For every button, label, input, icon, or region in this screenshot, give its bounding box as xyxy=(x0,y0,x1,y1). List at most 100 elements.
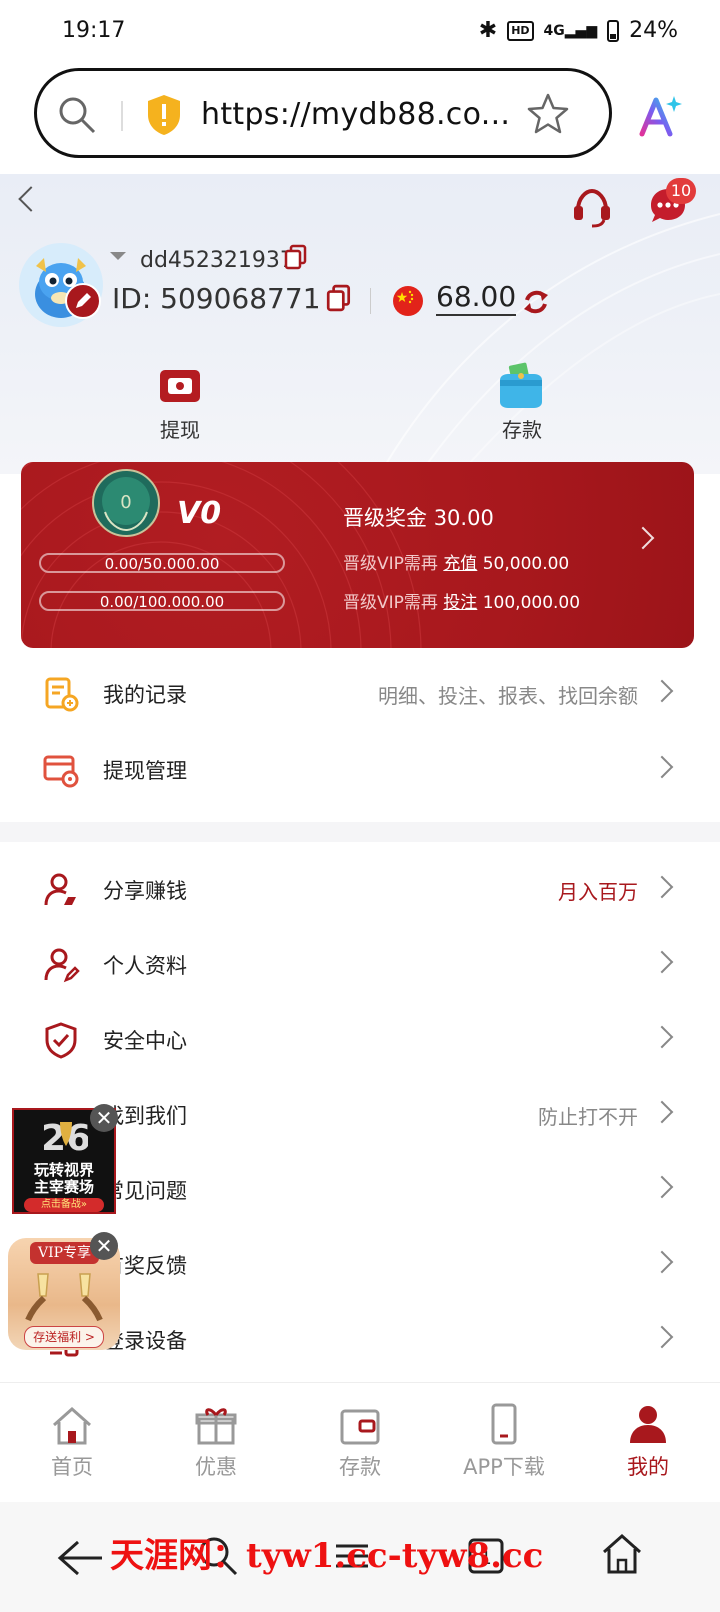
signal-icon: 4G▂▄▆ xyxy=(543,22,598,39)
upgrade-bonus: 晋级奖金 30.00 xyxy=(343,506,494,530)
close-ad-icon[interactable]: ✕ xyxy=(90,1232,118,1260)
china-flag-icon xyxy=(393,286,423,316)
tab-app-download[interactable]: APP下载 xyxy=(432,1383,576,1503)
account-dropdown-icon[interactable] xyxy=(110,252,126,260)
menu-item-hint: 明细、投注、报表、找回余额 xyxy=(378,684,638,708)
status-icons: ✱ HD 4G▂▄▆ 24% xyxy=(479,18,678,43)
menu-item-profile[interactable]: 个人资料 xyxy=(0,928,720,1004)
tab-home[interactable]: 首页 xyxy=(0,1383,144,1503)
chevron-right-icon xyxy=(650,875,674,899)
balance-amount: 68.00 xyxy=(436,282,517,316)
copy-id-icon[interactable] xyxy=(326,284,352,312)
close-ad-icon[interactable]: ✕ xyxy=(90,1104,118,1132)
refresh-balance-icon[interactable] xyxy=(522,288,550,316)
ad-cta[interactable]: 点击备战» xyxy=(24,1198,104,1212)
chevron-right-icon xyxy=(650,755,674,779)
menu-item-label: 安全中心 xyxy=(103,1029,187,1053)
browser-home-icon[interactable] xyxy=(600,1532,644,1576)
header-divider xyxy=(370,288,371,314)
ad-line-1: 玩转视界 xyxy=(33,1161,94,1179)
deposit-action[interactable]: 存款 xyxy=(472,362,572,456)
ad-line-2: 主宰赛场 xyxy=(33,1178,94,1196)
watermark-text: 天涯网：tyw1.cc-tyw8.cc xyxy=(110,1536,544,1576)
deposit-progress-bar: 0.00/50.000.00 xyxy=(39,553,285,573)
gift-icon xyxy=(195,1408,237,1445)
edit-avatar-icon[interactable] xyxy=(64,282,102,320)
menu-item-hint: 防止打不开 xyxy=(538,1105,638,1129)
bet-link[interactable]: 投注 xyxy=(443,593,477,613)
search-icon[interactable] xyxy=(57,95,97,135)
tab-deposit[interactable]: 存款 xyxy=(288,1383,432,1503)
home-icon xyxy=(53,1406,91,1445)
vip-ad-title: VIP专享 xyxy=(30,1242,100,1264)
shield-check-icon xyxy=(45,1022,77,1059)
tab-label: 优惠 xyxy=(195,1455,237,1479)
chevron-right-icon xyxy=(650,1025,674,1049)
bottom-tab-bar: 首页 优惠 存款 APP下载 我的 xyxy=(0,1382,720,1503)
tab-label: 首页 xyxy=(51,1455,93,1479)
menu-item-label: 提现管理 xyxy=(103,759,187,783)
chevron-right-icon xyxy=(650,1100,674,1124)
withdraw-label: 提现 xyxy=(160,418,200,442)
ai-assistant-icon[interactable] xyxy=(636,92,684,140)
chevron-right-icon xyxy=(650,1250,674,1274)
status-time: 19:17 xyxy=(62,18,126,43)
wallet-icon xyxy=(340,1409,380,1445)
chevron-right-icon xyxy=(650,950,674,974)
menu-item-records[interactable]: 我的记录 明细、投注、报表、找回余额 xyxy=(0,657,720,733)
chevron-right-icon xyxy=(650,679,674,703)
chevron-right-icon xyxy=(650,1325,674,1349)
status-bar: 19:17 ✱ HD 4G▂▄▆ 24% xyxy=(0,0,720,62)
menu-item-share-earn[interactable]: 分享赚钱 月入百万 xyxy=(0,853,720,929)
url-divider xyxy=(121,101,123,131)
tab-mine[interactable]: 我的 xyxy=(576,1383,720,1503)
withdraw-management-icon xyxy=(43,755,79,788)
vip-level: V0 xyxy=(177,496,222,531)
message-count-badge: 10 xyxy=(666,178,696,204)
bluetooth-icon: ✱ xyxy=(478,18,498,43)
battery-icon xyxy=(607,19,620,42)
tab-label: 存款 xyxy=(339,1455,381,1479)
withdraw-action[interactable]: 提现 xyxy=(130,366,230,456)
champagne-icon xyxy=(25,1273,103,1322)
trophy-icon: 26 xyxy=(44,1118,88,1159)
customer-service-icon[interactable] xyxy=(570,186,614,230)
section-divider xyxy=(0,822,720,842)
menu-item-withdraw-management[interactable]: 提现管理 xyxy=(0,733,720,809)
menu-item-label: 分享赚钱 xyxy=(103,879,187,903)
tab-label: APP下载 xyxy=(463,1455,545,1479)
bet-requirement: 晋级VIP需再 投注 100,000.00 xyxy=(343,593,581,613)
withdraw-icon xyxy=(160,370,200,402)
bookmark-star-icon[interactable] xyxy=(525,91,571,137)
phone-icon xyxy=(491,1403,517,1445)
battery-percent: 24% xyxy=(629,18,678,43)
deposit-wallet-icon xyxy=(500,362,542,408)
vip-card[interactable]: 0 V0 晋级奖金 30.00 0.00/50.000.00 0.00/100.… xyxy=(21,462,694,648)
back-arrow-icon[interactable] xyxy=(56,1538,104,1578)
user-id: ID: 509068771 xyxy=(112,282,321,315)
bet-progress-bar: 0.00/100.000.00 xyxy=(39,591,285,611)
tab-promotions[interactable]: 优惠 xyxy=(144,1383,288,1503)
menu-item-label: 我的记录 xyxy=(103,683,187,707)
vip-ad-cta[interactable]: 存送福利 > xyxy=(24,1326,104,1348)
records-icon xyxy=(45,677,79,712)
user-edit-icon xyxy=(44,948,80,983)
deposit-link[interactable]: 充值 xyxy=(443,554,477,574)
url-text[interactable]: https://mydb88.co... xyxy=(201,97,510,132)
menu-item-hint: 月入百万 xyxy=(558,880,638,904)
hd-icon: HD xyxy=(507,20,534,41)
svg-text:0: 0 xyxy=(120,492,131,513)
deposit-label: 存款 xyxy=(502,418,542,442)
menu-item-security[interactable]: 安全中心 xyxy=(0,1003,720,1079)
tab-label: 我的 xyxy=(627,1455,669,1479)
vip-level-badge: 0 xyxy=(92,469,160,537)
username: dd452321937 xyxy=(140,248,294,273)
share-user-icon xyxy=(44,873,76,906)
deposit-requirement: 晋级VIP需再 充值 50,000.00 xyxy=(343,554,570,574)
menu-item-label: 个人资料 xyxy=(103,954,187,978)
copy-username-icon[interactable] xyxy=(284,244,308,270)
shield-warning-icon[interactable] xyxy=(145,93,183,137)
browser-address-bar[interactable]: https://mydb88.co... xyxy=(34,68,612,158)
user-icon xyxy=(630,1406,666,1443)
chevron-right-icon xyxy=(650,1175,674,1199)
